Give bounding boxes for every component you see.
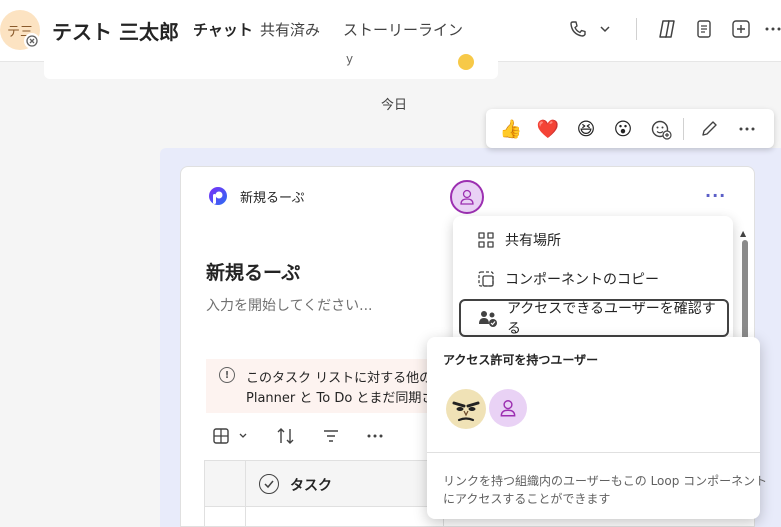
access-popover-divider <box>427 452 760 453</box>
loop-component-name: 新規るーぷ <box>240 191 305 206</box>
share-location-icon <box>475 229 497 251</box>
loop-presence-avatar[interactable] <box>450 180 484 214</box>
loop-more-button[interactable]: ··· <box>705 186 726 205</box>
header-divider <box>636 18 637 40</box>
info-icon: ! <box>219 367 235 383</box>
tab-chat[interactable]: チャット <box>193 19 253 40</box>
loop-page-title[interactable]: 新規るーぷ <box>206 258 300 285</box>
access-popover-title: アクセス許可を持つユーザー <box>443 353 599 367</box>
user-avatar[interactable] <box>489 389 527 427</box>
menu-item-share-location[interactable]: 共有場所 <box>459 221 729 259</box>
more-icon[interactable] <box>735 117 759 141</box>
menu-item-check-access[interactable]: アクセスできるユーザーを確認する <box>459 299 729 337</box>
more-icon[interactable] <box>363 425 387 447</box>
task-column-header[interactable]: タスク <box>290 475 332 495</box>
filter-icon[interactable] <box>319 425 343 447</box>
surprised-icon[interactable]: 😮 <box>611 117 635 141</box>
edit-icon[interactable] <box>697 117 721 141</box>
tab-shared[interactable]: 共有済み <box>260 19 320 40</box>
check-circle-icon <box>259 474 279 494</box>
people-check-icon <box>477 307 499 329</box>
menu-item-copy-component[interactable]: コンポーネントのコピー <box>459 260 729 298</box>
user-face-avatar[interactable] <box>446 389 486 429</box>
loop-body-placeholder[interactable]: 入力を開始してください... <box>206 295 373 315</box>
previous-message <box>44 52 498 79</box>
previous-message-text: y <box>346 52 354 66</box>
reaction-divider <box>683 118 684 140</box>
copilot-icon[interactable] <box>654 16 680 42</box>
access-note-line1: リンクを持つ組織内のユーザーもこの Loop コンポーネント <box>443 474 768 488</box>
tab-storyline[interactable]: ストーリーライン <box>343 19 463 40</box>
menu-item-label: コンポーネントのコピー <box>505 272 659 288</box>
thumbs-up-icon[interactable]: 👍 <box>499 117 523 141</box>
date-separator: 今日 <box>381 98 408 113</box>
add-icon[interactable] <box>728 16 754 42</box>
menu-item-label: 共有場所 <box>505 233 561 249</box>
menu-item-label: アクセスできるユーザーを確認する <box>507 301 716 337</box>
sort-icon[interactable] <box>274 425 298 447</box>
heart-icon[interactable]: ❤️ <box>536 117 560 141</box>
table-view-icon[interactable] <box>211 425 251 447</box>
more-icon[interactable] <box>764 16 781 42</box>
copy-component-icon <box>475 268 497 290</box>
table-column-divider <box>245 461 246 527</box>
scroll-up-arrow-icon[interactable]: ▲ <box>740 229 746 238</box>
notes-icon[interactable] <box>691 16 717 42</box>
reaction-bar: 👍 ❤️ 😆 😮 <box>486 109 774 148</box>
menu-scrollbar[interactable] <box>742 240 748 340</box>
loop-logo-icon <box>207 185 229 207</box>
add-reaction-icon[interactable] <box>649 117 673 141</box>
notice-text-line2: Planner と To Do とまだ同期され <box>246 391 448 406</box>
phone-icon[interactable] <box>565 16 591 42</box>
emoji-icon <box>458 54 474 70</box>
access-note-line2: にアクセスすることができます <box>443 492 611 506</box>
laugh-icon[interactable]: 😆 <box>574 117 598 141</box>
chevron-down-icon[interactable] <box>592 16 618 42</box>
chat-title: テスト 三太郎 <box>52 20 179 44</box>
presence-blocked-icon <box>24 33 40 49</box>
